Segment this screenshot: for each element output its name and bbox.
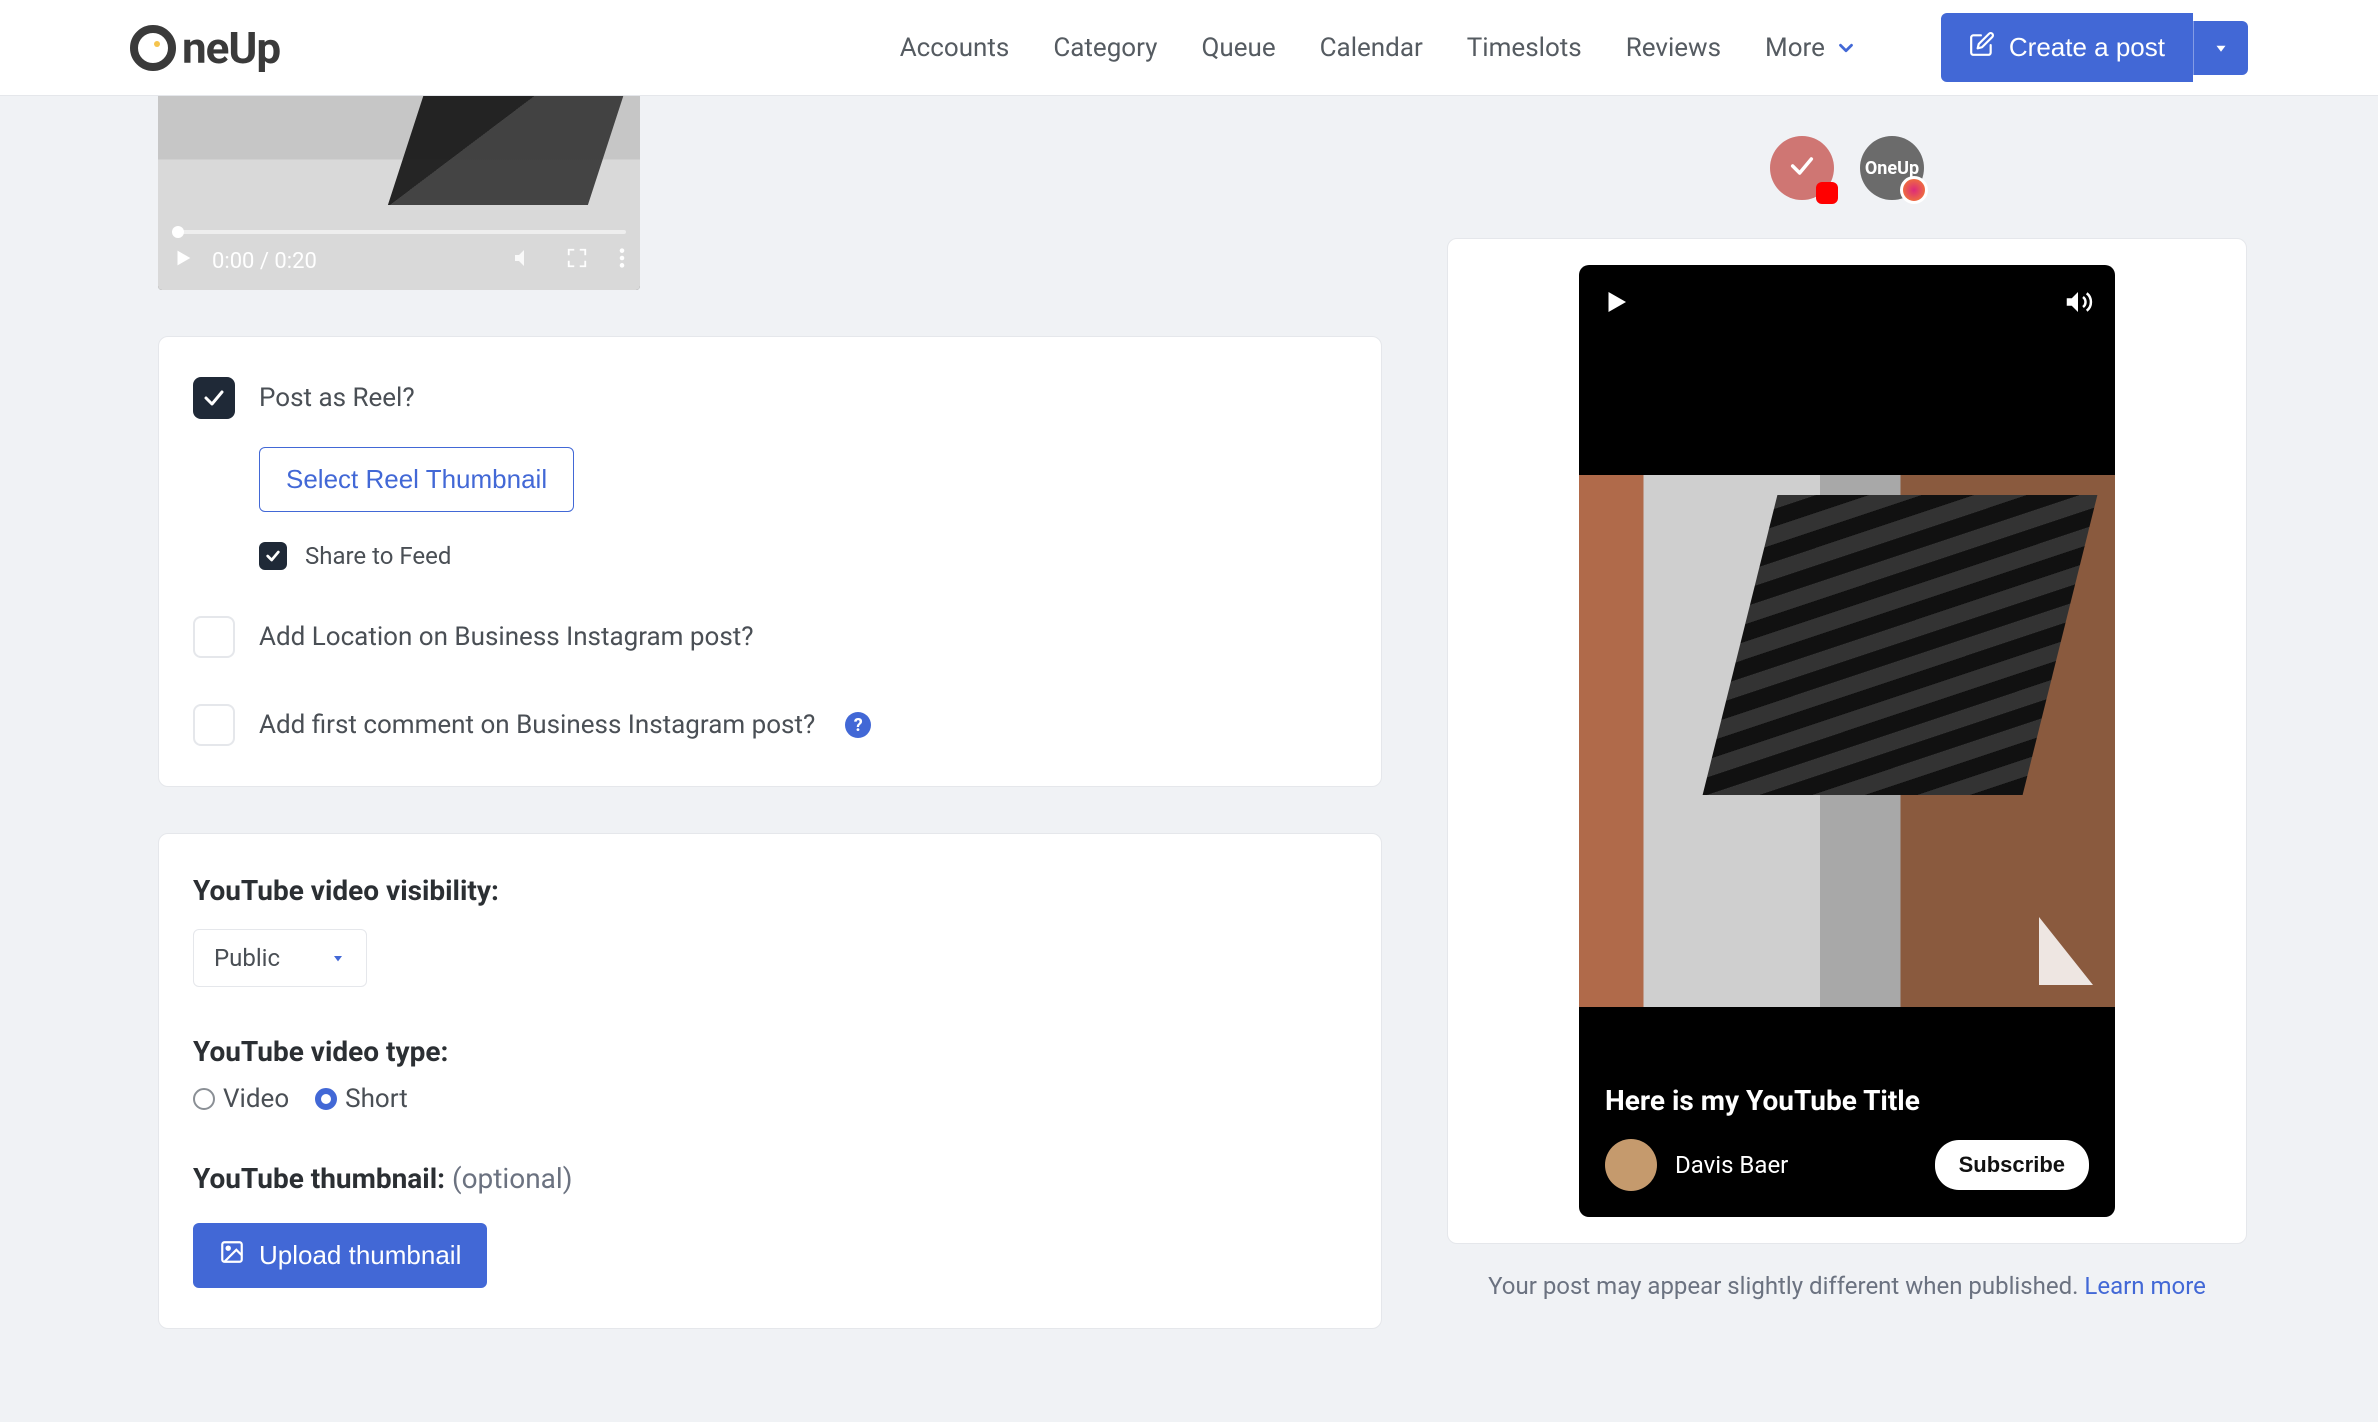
add-location-label: Add Location on Business Instagram post? (259, 622, 754, 652)
right-column: OneUp Here is my YouTube Title (1446, 96, 2248, 1398)
video-progress-bar[interactable] (172, 230, 626, 234)
youtube-thumb-label: YouTube thumbnail: (193, 1162, 445, 1195)
select-reel-thumbnail-button[interactable]: Select Reel Thumbnail (259, 447, 574, 512)
preview-card: Here is my YouTube Title Davis Baer Subs… (1447, 238, 2247, 1244)
video-controls: 0:00 / 0:20 (172, 246, 626, 276)
account-avatar-youtube[interactable] (1770, 136, 1834, 200)
nav-more-label: More (1765, 33, 1825, 63)
play-icon[interactable] (172, 247, 194, 275)
create-post-label: Create a post (2009, 32, 2165, 63)
nav-queue[interactable]: Queue (1201, 33, 1275, 63)
youtube-thumb-title: YouTube thumbnail: (optional) (193, 1162, 1347, 1195)
learn-more-link[interactable]: Learn more (2084, 1272, 2205, 1300)
youtube-type-short-label: Short (345, 1084, 408, 1114)
help-icon[interactable]: ? (845, 712, 871, 738)
author-avatar (1605, 1139, 1657, 1191)
nav-links: Accounts Category Queue Calendar Timeslo… (900, 33, 1857, 63)
video-player[interactable]: 0:00 / 0:20 (158, 96, 640, 290)
video-time: 0:00 / 0:20 (212, 249, 317, 274)
create-post-button[interactable]: Create a post (1941, 13, 2193, 82)
upload-thumbnail-button[interactable]: Upload thumbnail (193, 1223, 487, 1288)
page-body: 0:00 / 0:20 (0, 96, 2378, 1422)
youtube-visibility-title: YouTube video visibility: (193, 874, 1347, 907)
preview-disclaimer: Your post may appear slightly different … (1488, 1272, 2206, 1300)
account-avatar-instagram-label: OneUp (1865, 158, 1919, 179)
nav-reviews[interactable]: Reviews (1626, 33, 1721, 63)
add-first-comment-checkbox[interactable] (193, 704, 235, 746)
nav-calendar[interactable]: Calendar (1320, 33, 1423, 63)
create-post-caret[interactable] (2193, 21, 2248, 75)
youtube-thumb-optional: (optional) (452, 1162, 572, 1195)
share-to-feed-checkbox[interactable] (259, 542, 287, 570)
top-nav: neUp Accounts Category Queue Calendar Ti… (0, 0, 2378, 96)
reel-options-card: Post as Reel? Select Reel Thumbnail Shar… (158, 336, 1382, 787)
share-to-feed-label: Share to Feed (305, 542, 451, 570)
youtube-visibility-select[interactable]: Public (193, 929, 367, 987)
image-icon (219, 1239, 245, 1272)
check-icon (1788, 152, 1816, 184)
upload-thumbnail-label: Upload thumbnail (259, 1240, 461, 1271)
add-first-comment-label: Add first comment on Business Instagram … (259, 710, 815, 740)
youtube-type-video-radio[interactable]: Video (193, 1084, 289, 1114)
subscribe-button[interactable]: Subscribe (1935, 1140, 2089, 1190)
left-column: 0:00 / 0:20 (130, 96, 1410, 1398)
fullscreen-icon[interactable] (566, 247, 588, 275)
volume-icon[interactable] (512, 246, 536, 276)
account-avatars: OneUp (1770, 136, 1924, 200)
nav-category[interactable]: Category (1053, 33, 1157, 63)
create-post-wrap: Create a post (1941, 13, 2248, 82)
nav-more[interactable]: More (1765, 33, 1857, 63)
volume-icon[interactable] (2063, 287, 2093, 321)
youtube-visibility-value: Public (214, 944, 280, 972)
logo-mark-icon (130, 25, 176, 71)
compose-icon (1969, 31, 1995, 64)
caret-down-icon (330, 950, 346, 966)
author-name: Davis Baer (1675, 1151, 1788, 1179)
youtube-type-short-radio[interactable]: Short (315, 1084, 408, 1114)
add-location-checkbox[interactable] (193, 616, 235, 658)
logo[interactable]: neUp (130, 22, 280, 74)
account-avatar-instagram[interactable]: OneUp (1860, 136, 1924, 200)
play-icon[interactable] (1601, 287, 1631, 321)
disclaimer-text: Your post may appear slightly different … (1488, 1272, 2084, 1300)
nav-accounts[interactable]: Accounts (900, 33, 1010, 63)
more-icon[interactable] (618, 247, 626, 275)
logo-text: neUp (182, 22, 280, 74)
post-as-reel-checkbox[interactable] (193, 377, 235, 419)
short-title: Here is my YouTube Title (1605, 1084, 1920, 1117)
youtube-type-title: YouTube video type: (193, 1035, 1347, 1068)
nav-timeslots[interactable]: Timeslots (1467, 33, 1582, 63)
youtube-options-card: YouTube video visibility: Public YouTube… (158, 833, 1382, 1329)
youtube-type-video-label: Video (223, 1084, 289, 1114)
post-as-reel-label: Post as Reel? (259, 383, 415, 413)
youtube-short-preview: Here is my YouTube Title Davis Baer Subs… (1579, 265, 2115, 1217)
chevron-down-icon (1835, 37, 1857, 59)
